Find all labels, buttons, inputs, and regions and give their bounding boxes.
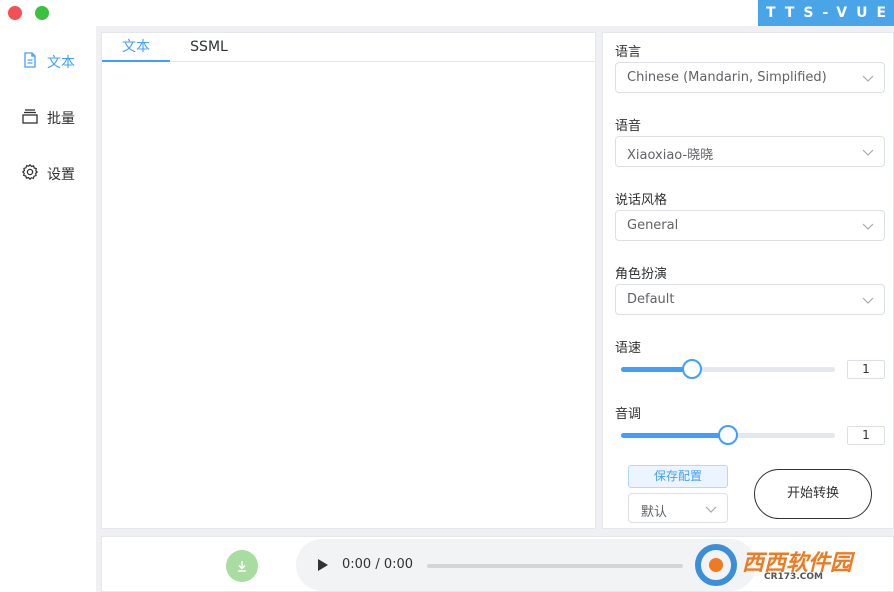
sidebar-item-label: 批量 <box>47 111 75 127</box>
close-window-button[interactable] <box>8 6 22 20</box>
language-value: Chinese (Mandarin, Simplified) <box>627 70 827 85</box>
style-select[interactable]: General <box>615 210 885 241</box>
language-label: 语言 <box>615 45 642 60</box>
rate-slider-handle[interactable] <box>681 359 702 379</box>
voice-label: 语音 <box>615 119 642 134</box>
language-select[interactable]: Chinese (Mandarin, Simplified) <box>615 62 885 93</box>
rate-label: 语速 <box>615 341 642 356</box>
style-label: 说话风格 <box>615 193 668 208</box>
rate-input[interactable]: 1 <box>847 360 885 379</box>
sidebar-item-batch[interactable]: 批量 <box>0 101 96 131</box>
tab-text[interactable]: 文本 <box>102 33 170 62</box>
sidebar-item-label: 设置 <box>47 167 75 183</box>
settings-panel: 语言 Chinese (Mandarin, Simplified) 语音 Xia… <box>602 32 894 529</box>
role-label: 角色扮演 <box>615 267 668 282</box>
chevron-down-icon <box>862 75 874 82</box>
sidebar-item-text[interactable]: 文本 <box>0 45 96 75</box>
watermark: 西西软件园 CR173.COM <box>692 541 894 589</box>
tab-ssml[interactable]: SSML <box>178 33 240 61</box>
watermark-logo-icon <box>695 544 737 586</box>
voice-value: Xiaoxiao-晓晓 <box>627 148 714 163</box>
title-bar: TTS-VUE <box>0 0 894 26</box>
download-icon <box>238 561 246 572</box>
style-value: General <box>627 218 679 233</box>
pitch-slider-handle[interactable] <box>718 425 738 445</box>
config-profile-select[interactable]: 默认 <box>628 493 728 523</box>
sidebar: 文本 批量 设置 <box>0 26 96 592</box>
chevron-down-icon <box>705 506 717 513</box>
text-editor-panel: 文本 SSML <box>101 32 596 529</box>
batch-icon <box>22 109 38 124</box>
sidebar-item-label: 文本 <box>47 55 75 71</box>
audio-player: 0:00 / 0:00 <box>296 539 756 591</box>
audio-time: 0:00 / 0:00 <box>342 557 414 572</box>
start-convert-button[interactable]: 开始转换 <box>754 469 872 519</box>
role-value: Default <box>627 292 675 307</box>
audio-progress[interactable] <box>427 564 683 568</box>
pitch-slider-fill <box>621 433 728 438</box>
rate-slider[interactable] <box>621 359 835 379</box>
chevron-down-icon <box>862 149 874 156</box>
pitch-label: 音调 <box>615 407 642 422</box>
maximize-window-button[interactable] <box>35 6 49 20</box>
config-profile-value: 默认 <box>641 505 668 520</box>
text-input[interactable] <box>102 62 595 528</box>
app-brand: TTS-VUE <box>758 0 894 26</box>
download-button[interactable] <box>226 550 258 582</box>
document-icon <box>24 52 36 68</box>
voice-select[interactable]: Xiaoxiao-晓晓 <box>615 136 885 167</box>
pitch-input[interactable]: 1 <box>847 426 885 445</box>
role-select[interactable]: Default <box>615 284 885 315</box>
editor-tabs: 文本 SSML <box>102 33 595 62</box>
play-icon[interactable] <box>317 558 329 572</box>
gear-icon <box>21 163 39 181</box>
sidebar-item-settings[interactable]: 设置 <box>0 157 96 187</box>
save-config-button[interactable]: 保存配置 <box>628 465 728 488</box>
chevron-down-icon <box>862 297 874 304</box>
watermark-subtext: CR173.COM <box>764 572 823 582</box>
pitch-slider[interactable] <box>621 425 835 445</box>
chevron-down-icon <box>862 223 874 230</box>
